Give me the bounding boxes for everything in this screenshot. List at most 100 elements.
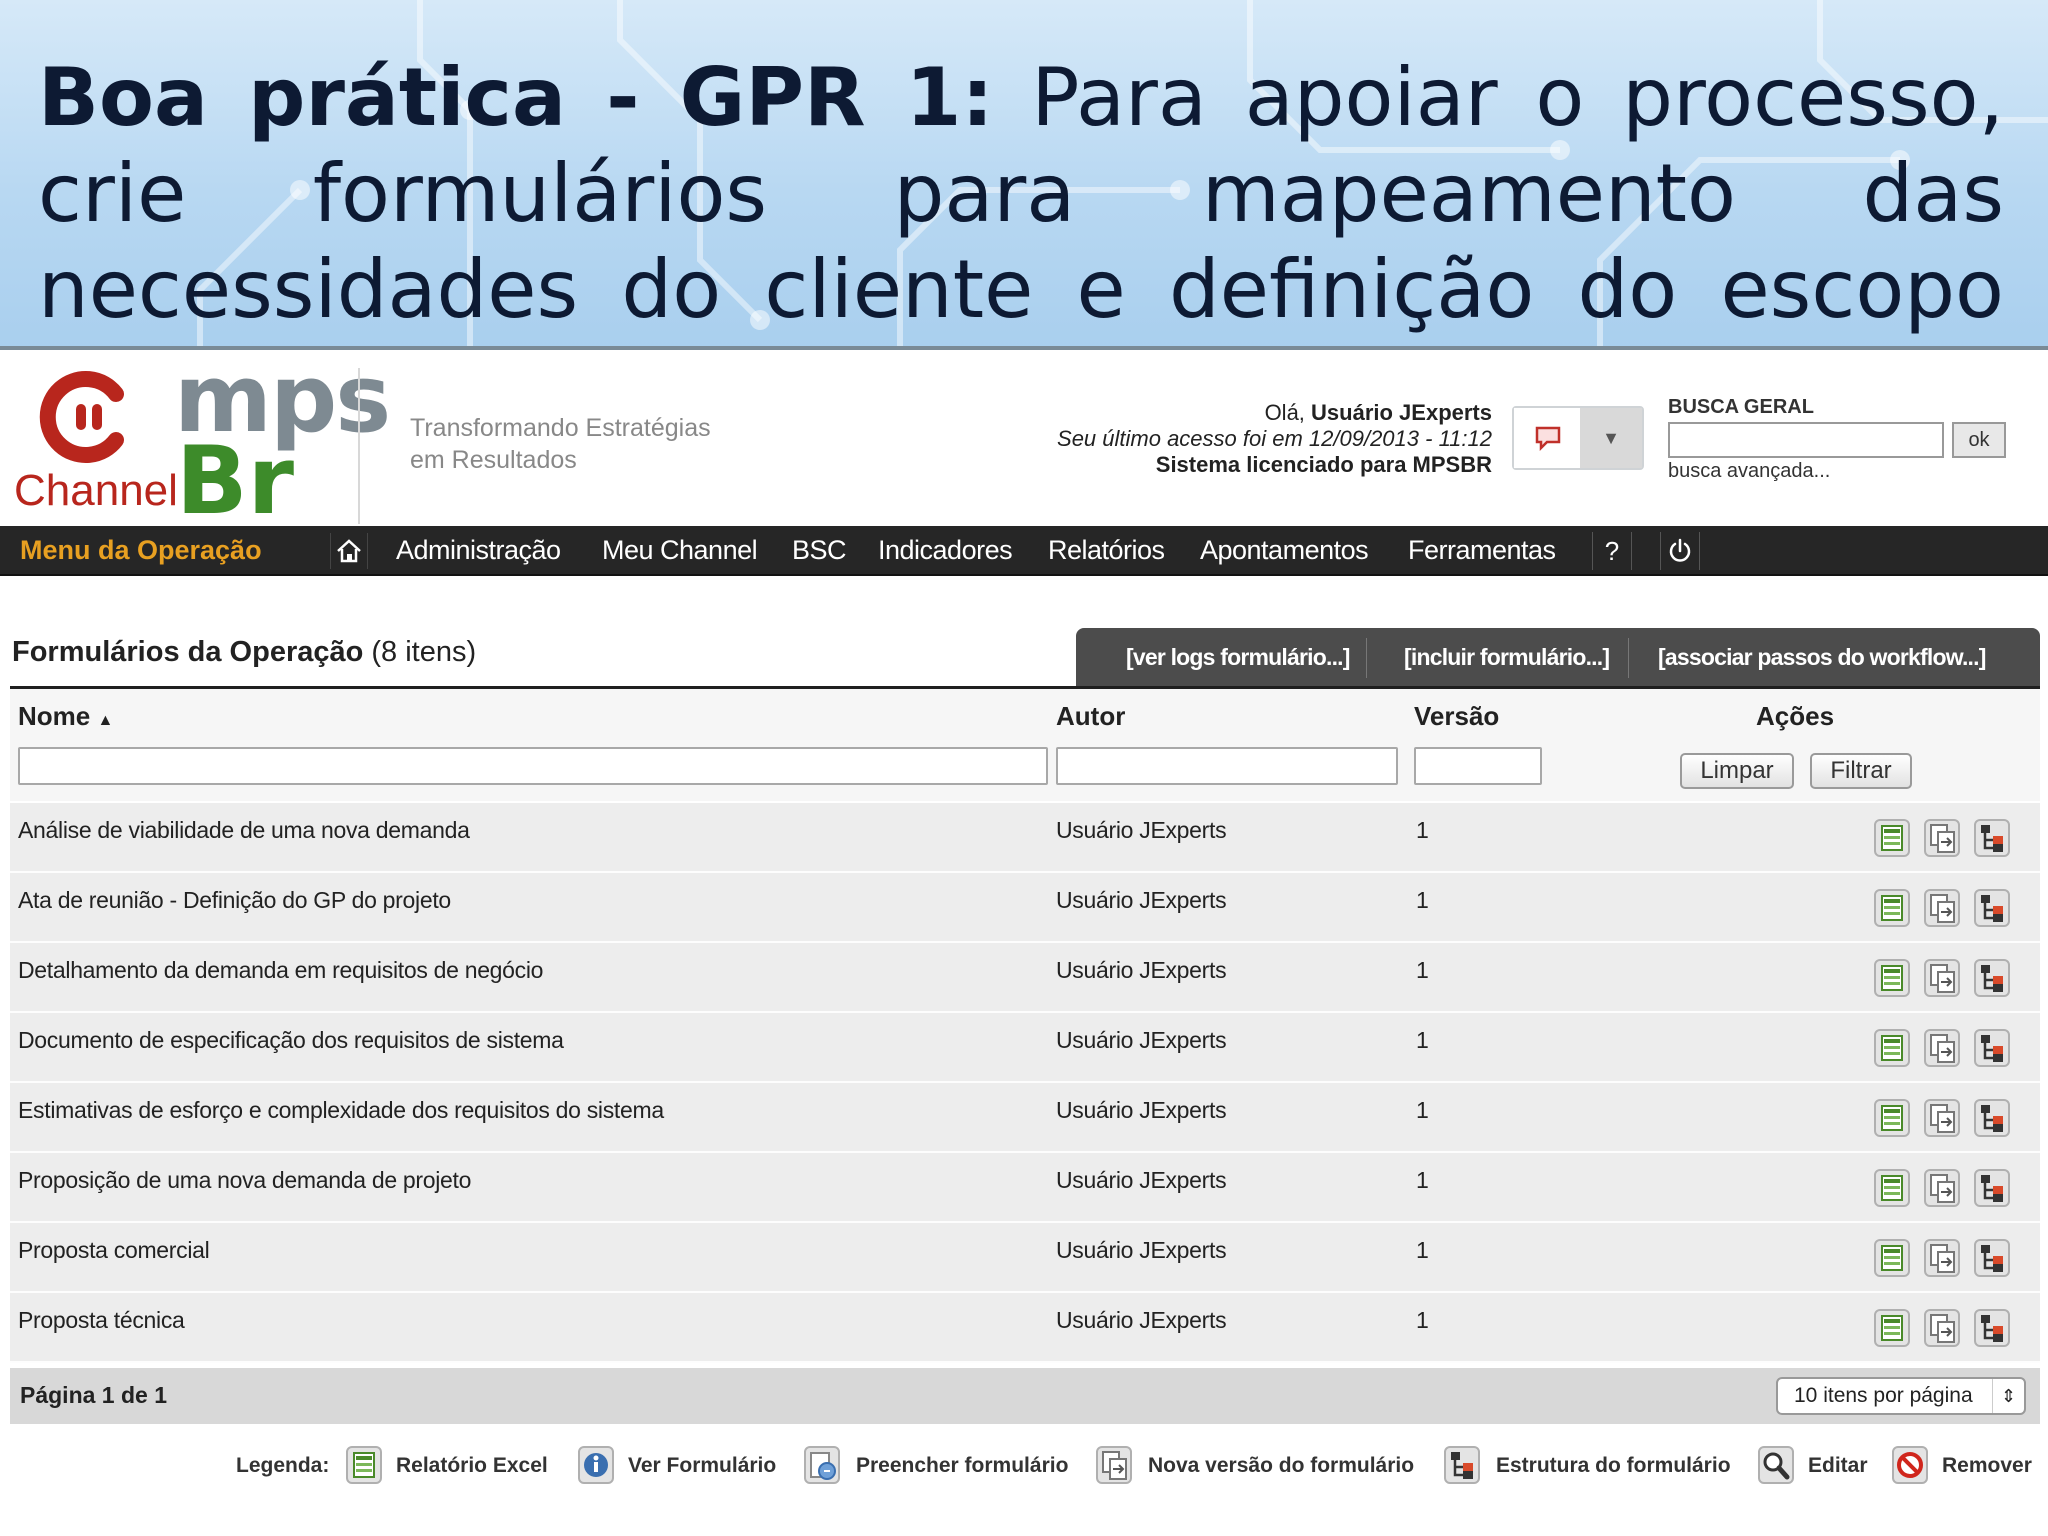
filter-button[interactable]: Filtrar bbox=[1810, 753, 1912, 789]
select-arrows-icon: ⇕ bbox=[1992, 1379, 2024, 1413]
nav-home-button[interactable] bbox=[330, 533, 368, 569]
nav-logout-button[interactable] bbox=[1660, 532, 1700, 570]
author-filter-input[interactable] bbox=[1056, 747, 1398, 785]
form-structure-icon[interactable] bbox=[1972, 887, 2012, 929]
excel-report-icon[interactable] bbox=[1872, 957, 1912, 999]
nav-item-relatorios[interactable]: Relatórios bbox=[1048, 526, 1165, 574]
form-table-body: Análise de viabilidade de uma nova deman… bbox=[10, 803, 2040, 1363]
table-row[interactable]: Ata de reunião - Definição do GP do proj… bbox=[10, 873, 2040, 943]
column-header-name[interactable]: Nome ▲ bbox=[18, 701, 113, 732]
messages-dropdown[interactable]: ▼ bbox=[1580, 408, 1642, 468]
cell-version: 1 bbox=[1416, 887, 1429, 913]
cell-name[interactable]: Estimativas de esforço e complexidade do… bbox=[18, 1097, 664, 1124]
nav-item-administracao[interactable]: Administração bbox=[396, 526, 561, 574]
main-nav: Menu da Operação Administração Meu Chann… bbox=[0, 526, 2048, 576]
search-ok-button[interactable]: ok bbox=[1952, 422, 2006, 458]
form-structure-icon[interactable] bbox=[1972, 1167, 2012, 1209]
table-row[interactable]: Proposta técnica Usuário JExperts 1 bbox=[10, 1293, 2040, 1363]
table-row[interactable]: Análise de viabilidade de uma nova deman… bbox=[10, 803, 2040, 873]
sort-ascending-icon: ▲ bbox=[97, 712, 114, 729]
table-row[interactable]: Proposição de uma nova demanda de projet… bbox=[10, 1153, 2040, 1223]
cell-name[interactable]: Proposta técnica bbox=[18, 1307, 185, 1334]
advanced-search-link[interactable]: busca avançada... bbox=[1668, 460, 1830, 483]
page-title: Formulários da Operação (8 itens) bbox=[12, 636, 476, 669]
messages-control[interactable]: ▼ bbox=[1512, 406, 1644, 470]
new-version-icon[interactable] bbox=[1922, 817, 1962, 859]
power-icon bbox=[1669, 538, 1691, 562]
excel-report-icon[interactable] bbox=[1872, 1027, 1912, 1069]
cell-name[interactable]: Proposição de uma nova demanda de projet… bbox=[18, 1167, 471, 1194]
cell-version: 1 bbox=[1416, 957, 1429, 983]
global-search-input[interactable] bbox=[1668, 422, 1944, 458]
excel-report-icon[interactable] bbox=[1872, 1307, 1912, 1349]
page-indicator: Página 1 de 1 bbox=[20, 1382, 168, 1408]
new-version-icon[interactable] bbox=[1922, 957, 1962, 999]
channel-logo-icon bbox=[39, 371, 124, 463]
remove-icon bbox=[1890, 1444, 1930, 1486]
legend-item-label: Editar bbox=[1808, 1454, 1868, 1477]
excel-report-icon[interactable] bbox=[1872, 1167, 1912, 1209]
nav-help-button[interactable]: ? bbox=[1592, 532, 1632, 570]
cell-name[interactable]: Documento de especificação dos requisito… bbox=[18, 1027, 564, 1054]
excel-report-icon[interactable] bbox=[1872, 1097, 1912, 1139]
excel-report-icon[interactable] bbox=[1872, 1237, 1912, 1279]
legend-item-label: Ver Formulário bbox=[628, 1454, 777, 1477]
new-version-icon[interactable] bbox=[1922, 887, 1962, 929]
name-filter-input[interactable] bbox=[18, 747, 1048, 785]
cell-name[interactable]: Ata de reunião - Definição do GP do proj… bbox=[18, 887, 451, 914]
excel-report-icon[interactable] bbox=[1872, 887, 1912, 929]
cell-name[interactable]: Detalhamento da demanda em requisitos de… bbox=[18, 957, 543, 984]
tab-view-logs[interactable]: [ver logs formulário...] bbox=[1126, 628, 1350, 686]
logo-br-text: Br bbox=[176, 427, 295, 536]
messages-button[interactable] bbox=[1514, 408, 1582, 468]
cell-name[interactable]: Análise de viabilidade de uma nova deman… bbox=[18, 817, 470, 844]
cell-author: Usuário JExperts bbox=[1056, 1307, 1227, 1333]
cell-name[interactable]: Proposta comercial bbox=[18, 1237, 210, 1264]
legend-label: Legenda: bbox=[236, 1454, 330, 1477]
form-structure-icon[interactable] bbox=[1972, 1097, 2012, 1139]
tab-separator bbox=[1366, 638, 1367, 678]
clear-button[interactable]: Limpar bbox=[1680, 753, 1794, 789]
nav-item-bsc[interactable]: BSC bbox=[792, 526, 847, 574]
column-header-version[interactable]: Versão bbox=[1414, 701, 1499, 732]
tab-separator bbox=[1628, 638, 1629, 678]
nav-item-indicadores[interactable]: Indicadores bbox=[878, 526, 1013, 574]
table-row[interactable]: Proposta comercial Usuário JExperts 1 bbox=[10, 1223, 2040, 1293]
cell-version: 1 bbox=[1416, 1167, 1429, 1193]
nav-item-ferramentas[interactable]: Ferramentas bbox=[1408, 526, 1556, 574]
nav-item-apontamentos[interactable]: Apontamentos bbox=[1200, 526, 1369, 574]
new-version-icon[interactable] bbox=[1922, 1027, 1962, 1069]
tab-add-form[interactable]: [incluir formulário...] bbox=[1404, 628, 1610, 686]
row-actions bbox=[1872, 1027, 2022, 1071]
form-structure-icon[interactable] bbox=[1972, 1237, 2012, 1279]
nav-menu-operation[interactable]: Menu da Operação bbox=[20, 526, 262, 574]
row-actions bbox=[1872, 817, 2022, 861]
new-version-icon[interactable] bbox=[1922, 1307, 1962, 1349]
tagline: Transformando Estratégias em Resultados bbox=[410, 412, 711, 476]
logo-divider bbox=[358, 368, 360, 524]
form-structure-icon[interactable] bbox=[1972, 1027, 2012, 1069]
user-name[interactable]: Usuário JExperts bbox=[1311, 400, 1492, 425]
row-actions bbox=[1872, 1097, 2022, 1141]
new-version-icon[interactable] bbox=[1922, 1237, 1962, 1279]
excel-report-icon bbox=[344, 1444, 384, 1486]
items-per-page-select[interactable]: 10 itens por página ⇕ bbox=[1776, 1377, 2026, 1415]
nav-item-meu-channel[interactable]: Meu Channel bbox=[602, 526, 758, 574]
cell-author: Usuário JExperts bbox=[1056, 1097, 1227, 1123]
form-structure-icon[interactable] bbox=[1972, 817, 2012, 859]
fill-form-icon bbox=[802, 1444, 842, 1486]
table-row[interactable]: Documento de especificação dos requisito… bbox=[10, 1013, 2040, 1083]
column-header-author[interactable]: Autor bbox=[1056, 701, 1125, 732]
table-row[interactable]: Detalhamento da demanda em requisitos de… bbox=[10, 943, 2040, 1013]
form-structure-icon[interactable] bbox=[1972, 957, 2012, 999]
tab-associate-workflow[interactable]: [associar passos do workflow...] bbox=[1658, 628, 1986, 686]
cell-author: Usuário JExperts bbox=[1056, 1237, 1227, 1263]
new-version-icon[interactable] bbox=[1922, 1097, 1962, 1139]
table-row[interactable]: Estimativas de esforço e complexidade do… bbox=[10, 1083, 2040, 1153]
version-filter-input[interactable] bbox=[1414, 747, 1542, 785]
legend-item-label: Remover bbox=[1942, 1454, 2032, 1477]
excel-report-icon[interactable] bbox=[1872, 817, 1912, 859]
row-actions bbox=[1872, 1307, 2022, 1351]
form-structure-icon[interactable] bbox=[1972, 1307, 2012, 1349]
new-version-icon[interactable] bbox=[1922, 1167, 1962, 1209]
